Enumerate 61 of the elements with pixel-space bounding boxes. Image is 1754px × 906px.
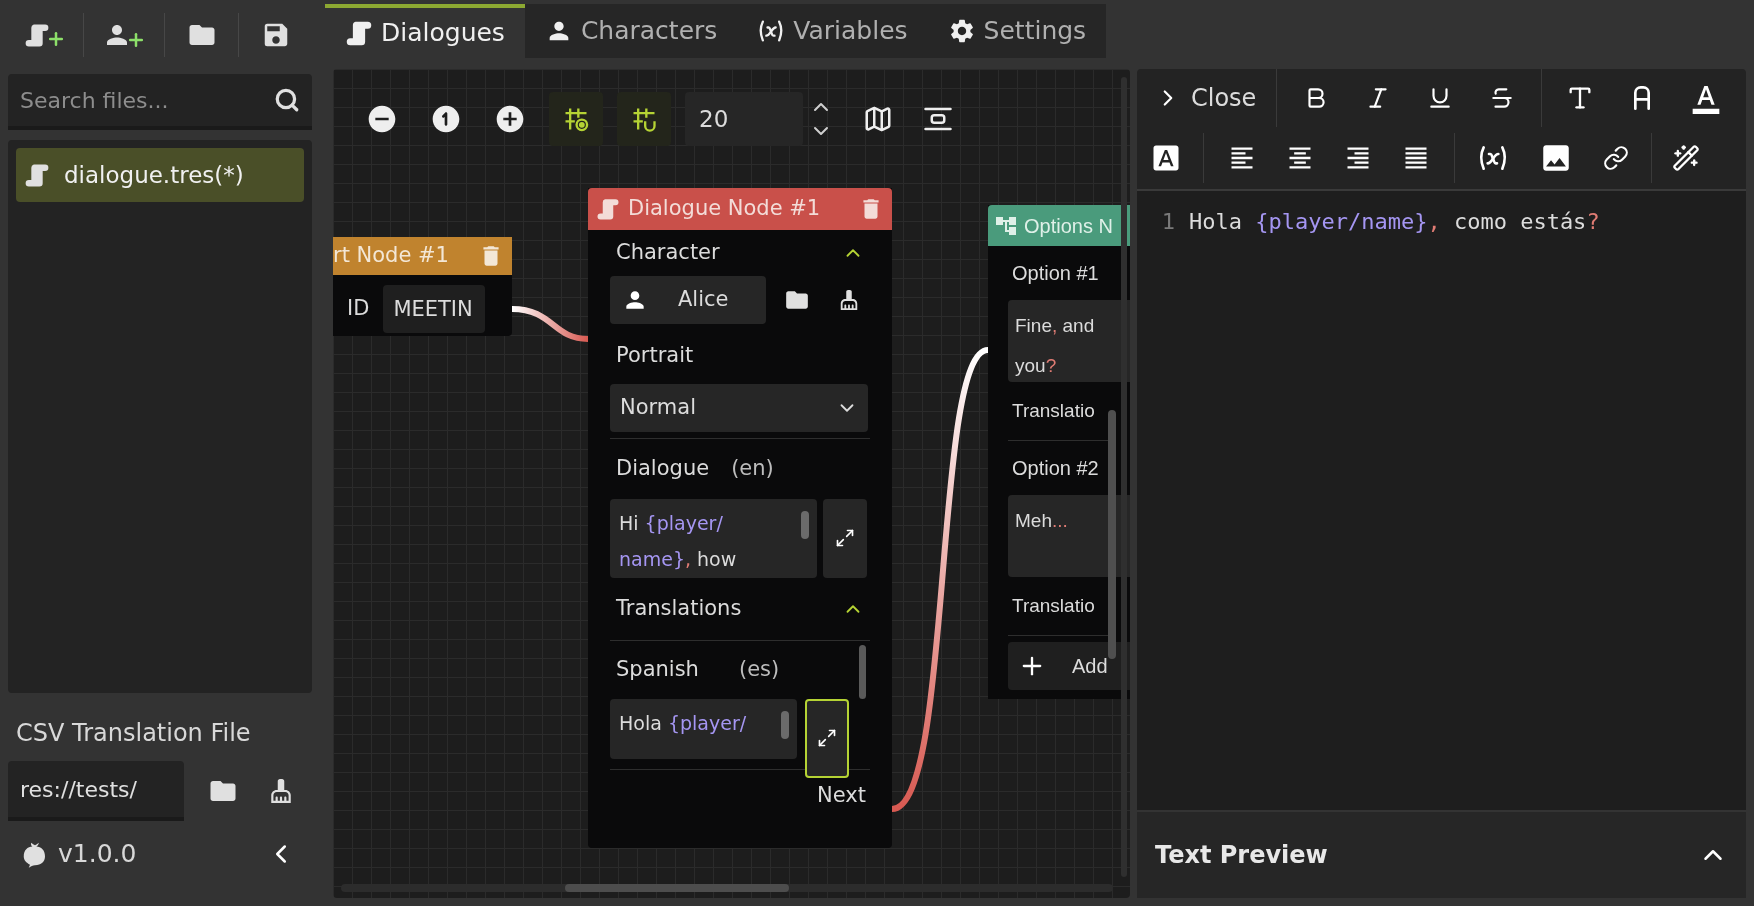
scrollbar[interactable] (801, 510, 809, 539)
broom-icon[interactable] (268, 778, 294, 804)
field-label: Translations (616, 594, 742, 622)
scrollbar[interactable] (1121, 77, 1127, 877)
highlight-icon[interactable] (1151, 143, 1181, 173)
scrollbar[interactable] (781, 710, 789, 739)
tab[interactable]: Variables (737, 4, 928, 58)
tab[interactable]: Characters (524, 4, 738, 58)
section-label: CSV Translation File (15, 718, 252, 749)
field-label: Dialogue (616, 454, 710, 482)
version-label: v1.0.0 (58, 838, 137, 870)
start-node[interactable]: rt Node #1 ID MEETIN (333, 237, 512, 336)
field-label: Portrait (615, 342, 695, 369)
file-item[interactable]: dialogue.tres(*) (16, 148, 304, 202)
node-title: Dialogue Node #1 (628, 195, 821, 223)
map-icon[interactable] (863, 104, 893, 134)
search-field[interactable]: Search files... (8, 74, 312, 130)
line-number: 1 (1160, 208, 1176, 236)
grid-eye-icon[interactable] (549, 92, 603, 146)
option-label: Option #1 (1012, 261, 1099, 286)
node-title: Options N (1024, 213, 1113, 239)
language-code: (es) (738, 655, 780, 683)
expand-icon (835, 528, 855, 548)
scrollbar[interactable] (1108, 410, 1116, 659)
magic-wand-icon[interactable] (1672, 144, 1700, 172)
language-name: Spanish (616, 655, 699, 683)
character-picker[interactable]: Alice (610, 276, 766, 324)
preview-bar[interactable]: Text Preview (1137, 812, 1746, 898)
grid-magnet-icon[interactable] (617, 92, 671, 146)
preview-title: Text Preview (1155, 840, 1328, 871)
scroll-icon (596, 196, 620, 222)
language-code: (en) (731, 454, 774, 482)
id-label: ID (347, 295, 370, 323)
node-title: rt Node #1 (333, 242, 449, 270)
scrollbar[interactable] (565, 884, 789, 892)
graph-canvas[interactable] (333, 69, 1130, 898)
translation-label: Translatio (1012, 593, 1095, 618)
search-input[interactable]: Search files... (20, 83, 274, 117)
snap-field[interactable]: 20 (685, 92, 803, 146)
field-label: Character (616, 239, 720, 267)
option-label: Option #2 (1012, 456, 1099, 481)
id-field[interactable]: MEETIN (383, 285, 486, 333)
file-icon (24, 161, 50, 189)
add-button[interactable]: Add (1008, 642, 1130, 690)
options-node[interactable]: Options N Option #1 Fine, and you? Translatio Option #2 Meh... Translatio Add (988, 205, 1130, 699)
scrollbar[interactable] (859, 644, 866, 699)
scroll-icon (345, 19, 373, 47)
link-icon[interactable] (1603, 145, 1629, 171)
expand-icon (817, 728, 837, 748)
tab[interactable]: Settings (927, 4, 1107, 58)
expand-button[interactable] (805, 698, 849, 778)
file-name: dialogue.tres(*) (64, 160, 244, 190)
path-field[interactable]: res://tests/ (8, 761, 184, 821)
search-icon[interactable] (274, 87, 300, 113)
dialogue-node[interactable]: Dialogue Node #1 Character Alice Portrait Normal Dialogue (en) Hi {player/ name}, how Translations Spanish (es) Hola {player/ Next (588, 188, 892, 848)
output-label: Next (817, 781, 866, 809)
translation-label: Translatio (1012, 398, 1095, 423)
code-line[interactable]: Hola {player/name}, como estás? (1189, 205, 1600, 238)
close-button[interactable]: Close (1137, 69, 1277, 127)
broom-icon[interactable] (838, 289, 860, 311)
portrait-dropdown[interactable]: Normal (610, 383, 868, 432)
